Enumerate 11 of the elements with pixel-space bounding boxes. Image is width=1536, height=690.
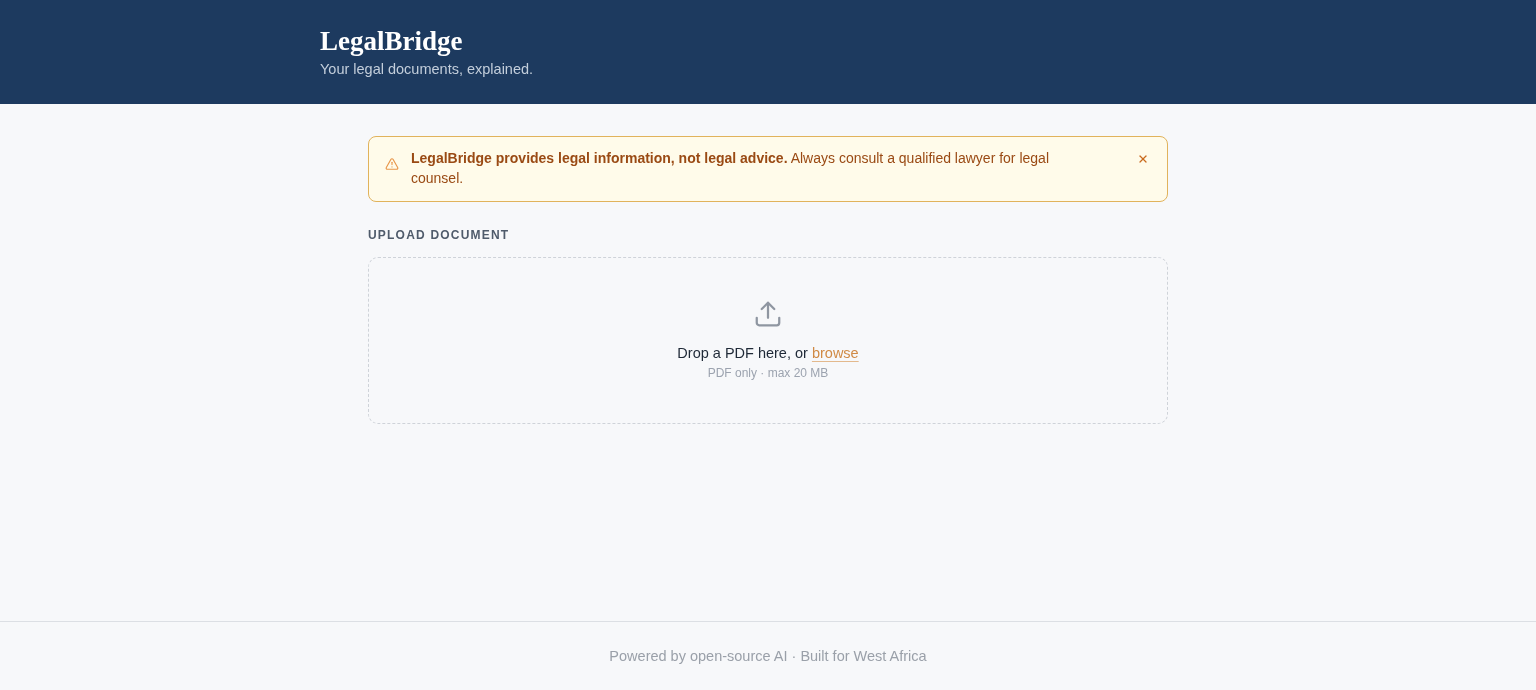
disclaimer-text: LegalBridge provides legal information, not legal advice. Always consult a qualified lawyer for legal counsel. xyxy=(411,149,1050,188)
upload-icon xyxy=(753,299,783,329)
close-icon xyxy=(1137,153,1149,165)
app-title: LegalBridge xyxy=(320,25,463,58)
drop-prompt: Drop a PDF here, or browse xyxy=(677,344,859,363)
section-label: UPLOAD DOCUMENT xyxy=(368,227,510,243)
dropzone[interactable]: Drop a PDF here, or browse PDF only · max 20 MB xyxy=(368,257,1168,424)
footer-text: Powered by open-source AI · Built for West Africa xyxy=(609,647,927,666)
warning-icon xyxy=(385,157,399,171)
file-hint: PDF only · max 20 MB xyxy=(707,365,829,381)
app-tagline: Your legal documents, explained. xyxy=(320,60,534,79)
